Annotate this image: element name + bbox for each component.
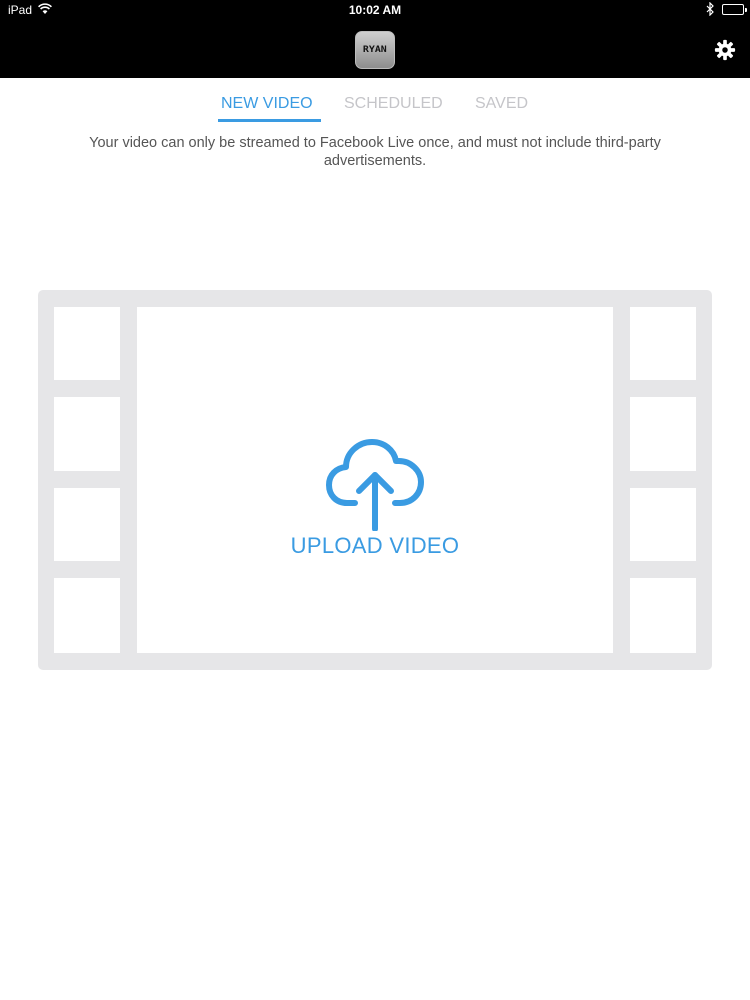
film-frame	[54, 488, 120, 561]
film-frame	[630, 307, 696, 380]
film-frame	[54, 397, 120, 471]
cloud-upload-icon	[326, 439, 424, 531]
bluetooth-icon	[706, 2, 714, 16]
tab-scheduled[interactable]: SCHEDULED	[344, 95, 443, 113]
gear-icon[interactable]	[714, 39, 736, 61]
status-bar: iPad 10:02 AM	[0, 0, 750, 20]
tab-saved[interactable]: SAVED	[475, 95, 528, 113]
film-frame	[630, 578, 696, 653]
logo-text: RYAN	[363, 45, 387, 55]
active-tab-indicator	[218, 119, 321, 122]
film-frame	[54, 578, 120, 653]
filmstrip-upload-area: UPLOAD VIDEO	[38, 290, 712, 670]
film-frame	[630, 488, 696, 561]
battery-icon	[722, 4, 747, 15]
facebook-live-notice: Your video can only be streamed to Faceb…	[89, 135, 661, 169]
nav-bar: RYAN	[0, 20, 750, 78]
film-frame	[54, 307, 120, 380]
tab-bar: NEW VIDEO SCHEDULED SAVED	[0, 78, 750, 124]
status-time: 10:02 AM	[348, 3, 402, 17]
upload-video-button[interactable]: UPLOAD VIDEO	[137, 307, 613, 653]
app-logo: RYAN	[355, 31, 395, 69]
tab-new-video[interactable]: NEW VIDEO	[221, 95, 313, 113]
film-frame	[630, 397, 696, 471]
upload-video-label: UPLOAD VIDEO	[290, 533, 460, 558]
